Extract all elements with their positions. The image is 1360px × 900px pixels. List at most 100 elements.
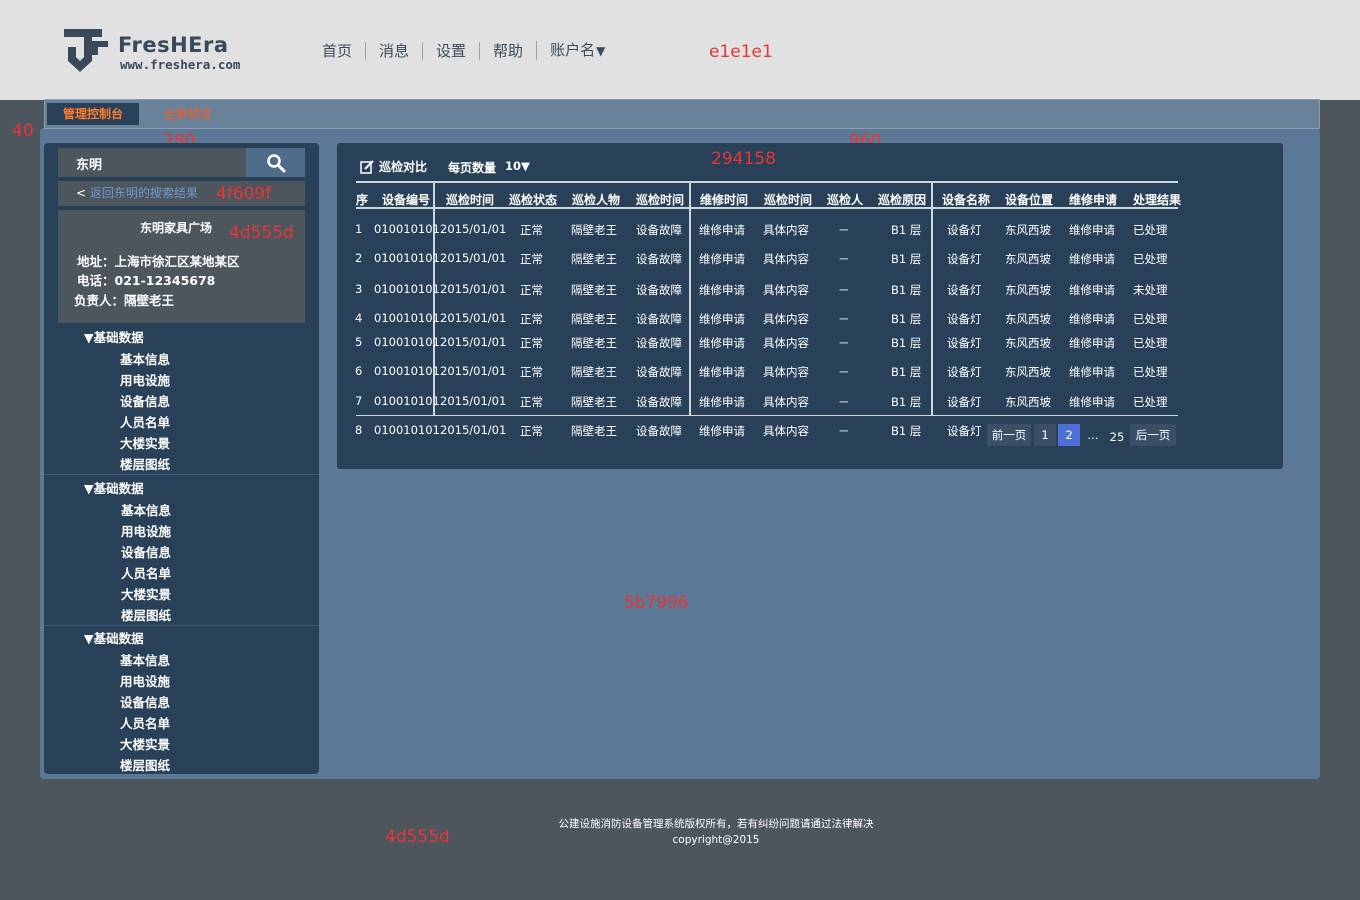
nav-messages[interactable]: 消息	[365, 41, 422, 60]
table-cell: 维修申请	[1069, 336, 1115, 350]
tree-item[interactable]: 楼层图纸	[120, 454, 170, 473]
table-cell: 010010101	[374, 364, 440, 378]
page-25-button[interactable]: 25	[1106, 426, 1128, 448]
table-cell: 隔壁老王	[571, 395, 617, 409]
per-page-label: 每页数量	[448, 161, 497, 175]
table-divider	[689, 183, 691, 415]
table-cell: 设备故障	[636, 424, 682, 438]
table-cell: B1 层	[891, 424, 922, 438]
back-arrow-icon: <	[76, 186, 90, 200]
annotation-4d555d-card: 4d555d	[229, 223, 294, 243]
table-cell: B1 层	[891, 252, 922, 266]
table-cell: B1 层	[891, 365, 922, 379]
page-2-button[interactable]: 2	[1058, 424, 1080, 446]
table-cell: 设备灯	[947, 336, 982, 350]
table-cell: 010010101	[374, 423, 440, 437]
tree-item[interactable]: 设备信息	[120, 391, 170, 410]
table-cell: 设备灯	[947, 395, 982, 409]
nav-help[interactable]: 帮助	[479, 41, 536, 60]
page-1-button[interactable]: 1	[1034, 424, 1056, 446]
table-cell: 7	[355, 394, 363, 408]
tree-item[interactable]: 用电设施	[120, 370, 170, 389]
tree-item[interactable]: 人员名单	[120, 713, 170, 732]
tree-item[interactable]: 设备信息	[120, 692, 170, 711]
table-cell: 已处理	[1133, 395, 1168, 409]
tree-group-title[interactable]: ▼基础数据	[84, 628, 144, 647]
footer-copyright: copyright@2015	[672, 834, 760, 846]
table-cell: 维修申请	[699, 424, 745, 438]
footer-copyright-notice: 公建设施消防设备管理系统版权所有，若有纠纷问题请通过法律解决	[558, 818, 874, 830]
per-page-select[interactable]: 10▼	[505, 159, 530, 173]
tree-item[interactable]: 设备信息	[121, 542, 171, 561]
table-cell: 东风西坡	[1005, 365, 1051, 379]
nav-home[interactable]: 首页	[322, 42, 365, 60]
search-value: 东明	[76, 158, 103, 173]
column-header: 维修时间	[700, 193, 749, 207]
table-cell: 已处理	[1133, 252, 1168, 266]
table-cell: 设备灯	[947, 424, 982, 438]
tree-group-title[interactable]: ▼基础数据	[84, 478, 144, 497]
search-button[interactable]	[246, 148, 305, 177]
table-cell: －	[838, 365, 850, 379]
table-cell: 设备故障	[636, 283, 682, 297]
column-header: 巡检时间	[446, 193, 495, 207]
tree-item[interactable]: 基本信息	[120, 349, 170, 368]
tree-item[interactable]: 用电设施	[120, 671, 170, 690]
table-cell: 东风西坡	[1005, 223, 1051, 237]
tree-item[interactable]: 大楼实景	[120, 433, 170, 452]
building-address: 地址：上海市徐汇区某地某区	[77, 254, 240, 269]
table-cell: 3	[355, 282, 363, 296]
table-cell: 正常	[520, 424, 543, 438]
column-header: 设备编号	[382, 193, 431, 207]
table-cell: 设备灯	[947, 252, 982, 266]
table-cell: 隔壁老王	[571, 283, 617, 297]
table-cell: 设备故障	[636, 223, 682, 237]
next-page-button[interactable]: 后一页	[1130, 424, 1176, 446]
brand-url: www.freshera.com	[120, 57, 241, 72]
table-cell: 具体内容	[763, 252, 809, 266]
table-cell: 东风西坡	[1005, 252, 1051, 266]
table-cell: 1	[355, 222, 363, 236]
back-to-results-link[interactable]: 返回东明的搜索结果	[90, 186, 198, 200]
table-cell: 2015/01/01	[440, 423, 507, 437]
tree-item[interactable]: 基本信息	[121, 500, 171, 519]
tree-item[interactable]: 大楼实景	[121, 584, 171, 603]
prev-page-button[interactable]: 前一页	[987, 424, 1031, 446]
table-cell: 正常	[520, 312, 543, 326]
tree-item[interactable]: 楼层图纸	[121, 605, 171, 624]
tree-item[interactable]: 人员名单	[120, 412, 170, 431]
tree-item[interactable]: 大楼实景	[120, 734, 170, 753]
table-cell: －	[838, 283, 850, 297]
tree-divider	[44, 474, 319, 475]
tab-fullscreen-preview[interactable]: 全屏预览	[164, 104, 212, 124]
table-cell: B1 层	[891, 395, 922, 409]
table-cell: 具体内容	[763, 223, 809, 237]
compare-button[interactable]: 巡检对比	[360, 158, 427, 175]
nav-account[interactable]: 账户名▼	[536, 41, 618, 60]
table-cell: 设备故障	[636, 395, 682, 409]
table-cell: 4	[355, 311, 363, 325]
table-cell: 东风西坡	[1005, 336, 1051, 350]
table-cell: 维修申请	[1069, 365, 1115, 379]
tab-bar	[44, 99, 1320, 129]
tree-item[interactable]: 基本信息	[120, 650, 170, 669]
table-cell: 东风西坡	[1005, 312, 1051, 326]
tree-group-title[interactable]: ▼基础数据	[84, 327, 144, 346]
table-cell: 设备灯	[947, 312, 982, 326]
table-cell: 隔壁老王	[571, 223, 617, 237]
table-cell: 正常	[520, 283, 543, 297]
page-ellipsis: ...	[1087, 428, 1099, 442]
table-cell: 具体内容	[763, 312, 809, 326]
tree-item[interactable]: 用电设施	[121, 521, 171, 540]
nav-settings[interactable]: 设置	[422, 41, 479, 60]
brand-name: FresHEra	[118, 33, 229, 57]
table-cell: B1 层	[891, 312, 922, 326]
tree-item[interactable]: 楼层图纸	[120, 755, 170, 774]
tab-console[interactable]: 管理控制台	[47, 103, 139, 125]
table-cell: 已处理	[1133, 336, 1168, 350]
annotation-4f609f: 4f609f	[216, 184, 272, 204]
tree-item[interactable]: 人员名单	[121, 563, 171, 582]
table-cell: －	[838, 252, 850, 266]
table-cell: 设备灯	[947, 223, 982, 237]
table-cell: 正常	[520, 365, 543, 379]
